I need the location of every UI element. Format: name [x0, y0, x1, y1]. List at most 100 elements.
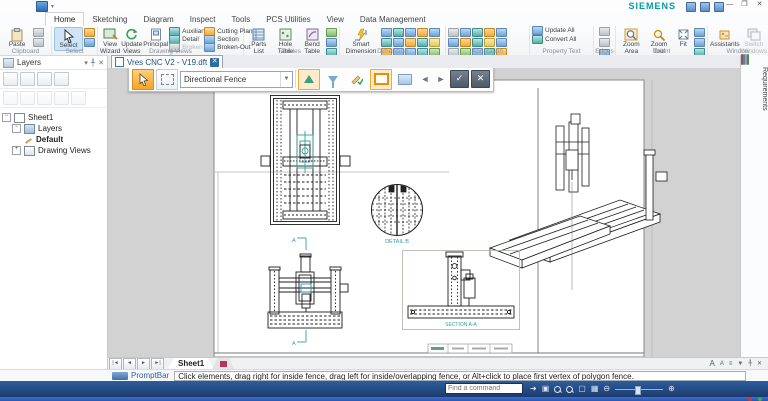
fence-select-button[interactable] — [132, 69, 154, 90]
update-tray-icon[interactable] — [758, 397, 762, 401]
annotation-mini-icon[interactable] — [472, 28, 483, 37]
text-smaller-icon[interactable]: A — [720, 361, 724, 367]
select-option-icon[interactable] — [84, 28, 95, 37]
fence-type-select[interactable]: Directional Fence ▼ — [180, 71, 293, 88]
annotation-mini-icon[interactable] — [460, 38, 471, 47]
collapse-icon[interactable]: − — [12, 124, 21, 133]
copy-icon[interactable] — [33, 38, 44, 47]
annotation-mini-icon[interactable] — [484, 38, 495, 47]
dimension-mini-icon[interactable] — [429, 28, 440, 37]
layer-tool-icon[interactable] — [71, 91, 86, 105]
panel-dock-icon[interactable]: ▾ — [84, 59, 88, 67]
title-block[interactable] — [428, 344, 512, 353]
accept-button[interactable]: ✓ — [450, 70, 469, 88]
autoscroll-icon[interactable]: ≡ — [729, 361, 733, 367]
dimension-mini-icon[interactable] — [381, 28, 392, 37]
panel-close-icon[interactable]: ✕ — [98, 59, 104, 67]
command-arrow-icon[interactable]: ➜ — [530, 385, 537, 393]
dimension-mini-icon[interactable] — [429, 38, 440, 47]
view-style-icon[interactable]: ▣ — [542, 385, 550, 393]
layer-tool-icon[interactable] — [54, 91, 69, 105]
filter-button[interactable] — [322, 69, 344, 90]
text-larger-icon[interactable]: A — [710, 359, 715, 368]
assistants-button[interactable]: Assistants — [710, 27, 740, 49]
dimension-mini-icon[interactable] — [393, 28, 404, 37]
annotation-mini-icon[interactable] — [496, 28, 507, 37]
help-icon[interactable] — [686, 2, 696, 12]
layer-options-icon[interactable] — [54, 72, 69, 86]
quick-access-caret-icon[interactable]: ▾ — [51, 3, 54, 10]
fit-status-icon[interactable]: ▢ — [578, 385, 586, 393]
find-command-input[interactable] — [445, 383, 523, 394]
section-button[interactable]: Section — [204, 36, 248, 43]
last-sheet-button[interactable]: ►| — [151, 358, 164, 370]
update-all-button[interactable]: Update All — [532, 27, 575, 34]
table-mini-icon[interactable] — [326, 38, 337, 47]
edges-mini-icon[interactable] — [599, 38, 610, 47]
orient-mini-icon[interactable] — [694, 38, 705, 47]
expand-icon[interactable]: + — [12, 146, 21, 155]
cut-icon[interactable] — [33, 28, 44, 37]
close-prompt-icon[interactable]: ✕ — [757, 360, 762, 367]
auxiliary-button[interactable]: Auxiliary — [169, 28, 203, 35]
pin-icon[interactable]: ╀ — [748, 360, 752, 367]
annotation-mini-icon[interactable] — [448, 38, 459, 47]
face-select-button[interactable] — [370, 69, 392, 90]
previous-button[interactable]: ◄ — [418, 74, 432, 84]
tree-item-layers[interactable]: − Layers — [2, 123, 105, 134]
tree-item-sheet1[interactable]: − Sheet1 — [2, 112, 105, 123]
tab-data-management[interactable]: Data Management — [352, 13, 434, 26]
principal-button[interactable]: Principal — [143, 27, 168, 49]
layer-display-button[interactable] — [394, 69, 416, 90]
edges-mini-icon[interactable] — [599, 27, 610, 36]
next-button[interactable]: ► — [434, 74, 448, 84]
top-view-scan-button[interactable] — [298, 69, 320, 90]
dimension-mini-icon[interactable] — [417, 28, 428, 37]
tab-pcs-utilities[interactable]: PCS Utilities — [258, 13, 318, 26]
sheet-tab-sheet1[interactable]: Sheet1 — [168, 358, 214, 369]
panel-pin-icon[interactable]: ╀ — [91, 59, 95, 67]
drawing-viewport[interactable]: DETAIL B — [108, 68, 740, 357]
pan-status-icon[interactable]: ▦ — [591, 385, 599, 393]
paste-button[interactable]: Paste — [2, 27, 32, 49]
new-layer-icon[interactable] — [3, 72, 18, 86]
collapse-icon[interactable]: − — [2, 113, 11, 122]
dimension-mini-icon[interactable] — [393, 38, 404, 47]
zoom-status-icon[interactable] — [566, 386, 573, 393]
show-layer-icon[interactable] — [37, 72, 52, 86]
first-sheet-button[interactable]: |◄ — [109, 358, 122, 370]
requirements-tab-icon[interactable] — [747, 54, 749, 65]
annotation-mini-icon[interactable] — [448, 28, 459, 37]
select-filter-icon[interactable] — [84, 38, 95, 47]
tab-home[interactable]: Home — [45, 12, 84, 26]
tab-diagram[interactable]: Diagram — [135, 13, 181, 26]
dimension-mini-icon[interactable] — [405, 38, 416, 47]
annotation-mini-icon[interactable] — [460, 28, 471, 37]
zoom-out-icon[interactable]: ⊖ — [603, 385, 610, 393]
zoom-slider-thumb[interactable] — [635, 386, 641, 395]
tree-item-default-layer[interactable]: Default — [2, 134, 105, 145]
cancel-button[interactable]: ✕ — [471, 70, 490, 88]
zoom-layer-icon[interactable] — [20, 72, 35, 86]
layer-tool-icon[interactable] — [20, 91, 35, 105]
requirements-tab-label[interactable]: Requirements — [741, 67, 768, 111]
close-button[interactable]: ✕ — [753, 0, 766, 10]
layer-tool-icon[interactable] — [3, 91, 18, 105]
zoom-area-status-icon[interactable] — [554, 386, 561, 393]
dock-down-icon[interactable]: ▼ — [737, 361, 743, 367]
convert-all-button[interactable]: Convert All — [532, 36, 576, 43]
tree-item-drawing-views[interactable]: + Drawing Views — [2, 145, 105, 156]
dimension-mini-icon[interactable] — [405, 28, 416, 37]
fence-mode-button[interactable] — [156, 69, 178, 90]
tab-sketching[interactable]: Sketching — [84, 13, 135, 26]
tab-inspect[interactable]: Inspect — [182, 13, 224, 26]
layer-tool-icon[interactable] — [37, 91, 52, 105]
document-close-icon[interactable]: ✕ — [210, 58, 219, 67]
validate-button[interactable] — [346, 69, 368, 90]
tab-view[interactable]: View — [319, 13, 352, 26]
background-sheet-tab[interactable] — [212, 358, 234, 369]
options-icon[interactable] — [700, 2, 710, 12]
minimize-button[interactable]: — — [723, 0, 736, 10]
annotation-mini-icon[interactable] — [496, 38, 507, 47]
table-mini-icon[interactable] — [326, 28, 337, 37]
